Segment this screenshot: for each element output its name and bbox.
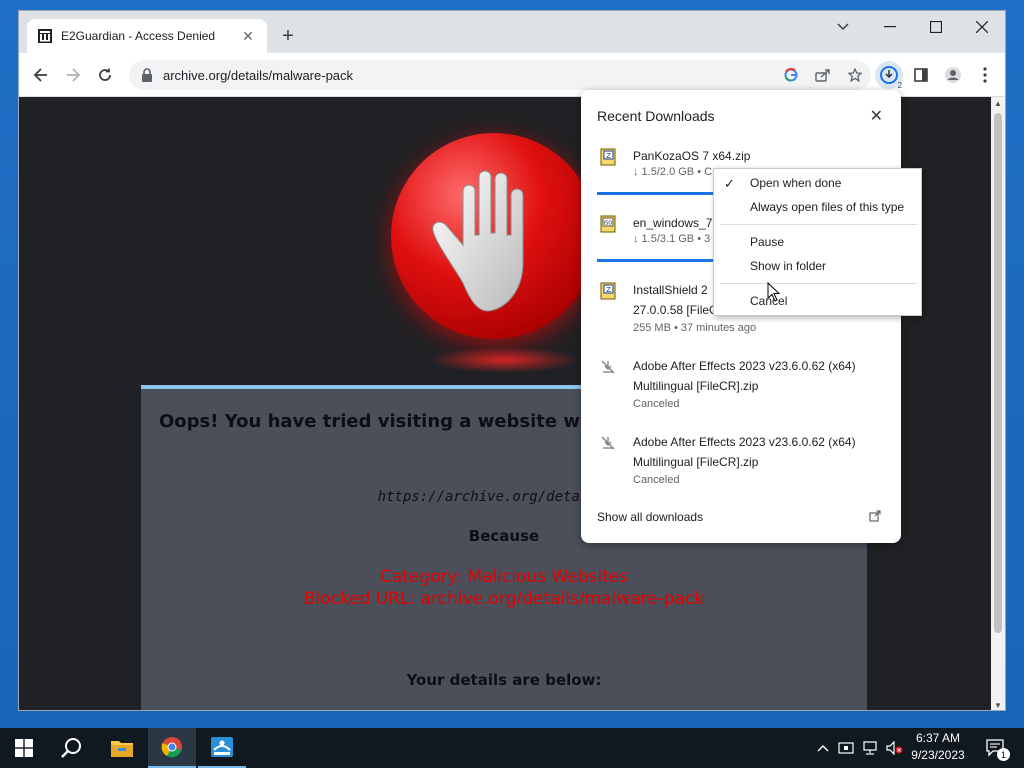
close-window-button[interactable]: [959, 11, 1005, 43]
url-text: archive.org/details/malware-pack: [163, 67, 354, 83]
archive-favicon-icon: [38, 29, 52, 43]
search-icon[interactable]: [48, 728, 96, 768]
iso-file-icon: ISO: [600, 215, 616, 233]
back-button[interactable]: [29, 63, 53, 87]
minimize-button[interactable]: [867, 11, 913, 43]
google-translate-icon[interactable]: [775, 60, 807, 90]
mouse-cursor-icon: [767, 282, 781, 302]
tab-close-icon[interactable]: ✕: [239, 28, 257, 45]
downloads-button[interactable]: 2: [875, 61, 903, 90]
file-explorer-icon[interactable]: [98, 728, 146, 768]
new-tab-button[interactable]: +: [277, 25, 299, 47]
block-category: Category: Malicious Websites: [379, 567, 629, 587]
svg-text:ISO: ISO: [604, 221, 613, 227]
download-status: 255 MB • 37 minutes ago: [633, 322, 757, 334]
download-filename: InstallShield 2: [633, 283, 708, 297]
download-count-badge: 2: [897, 81, 902, 90]
chrome-menu-icon[interactable]: [971, 61, 999, 89]
details-heading: Your details are below:: [406, 671, 602, 689]
security-tray-icon[interactable]: [836, 728, 856, 768]
download-filename-line2: Multilingual [FileCR].zip: [633, 379, 759, 393]
profile-avatar-icon[interactable]: [939, 61, 967, 89]
download-filename-line2: 27.0.0.58 [FileC: [633, 303, 718, 317]
system-clock[interactable]: 6:37 AM 9/23/2023: [908, 730, 968, 764]
taskbar: 6:37 AM 9/23/2023 1: [0, 728, 1024, 768]
download-status: Canceled: [633, 398, 680, 410]
page-scrollbar[interactable]: ▲ ▼: [991, 97, 1005, 710]
canceled-download-icon: [601, 360, 615, 374]
canceled-download-icon: [601, 436, 615, 450]
side-panel-icon[interactable]: [907, 61, 935, 89]
blocked-url-line: Blocked URL: archive.org/details/malware…: [303, 589, 705, 609]
download-filename: en_windows_7: [633, 216, 713, 230]
download-filename: Adobe After Effects 2023 v23.6.0.62 (x64…: [633, 359, 856, 373]
download-filename-line2: Multilingual [FileCR].zip: [633, 455, 759, 469]
maximize-button[interactable]: [913, 11, 959, 43]
svg-text:Z: Z: [606, 152, 611, 160]
download-filename: Adobe After Effects 2023 v23.6.0.62 (x64…: [633, 435, 856, 449]
tab-search-icon[interactable]: [831, 17, 855, 37]
stop-hand-icon: [391, 133, 597, 339]
menu-item-pause[interactable]: Pause: [750, 235, 784, 249]
forward-button[interactable]: [61, 63, 85, 87]
download-status: Canceled: [633, 474, 680, 486]
block-headline: Oops! You have tried visiting a website …: [159, 411, 654, 432]
menu-item-show-in-folder[interactable]: Show in folder: [750, 259, 826, 273]
scroll-thumb[interactable]: [994, 113, 1002, 633]
stop-sign-glow: [429, 347, 579, 373]
window-controls: [867, 11, 1005, 43]
chrome-taskbar-icon[interactable]: [148, 728, 196, 768]
zip-file-icon: Z: [600, 282, 616, 300]
show-all-downloads-link[interactable]: Show all downloads: [597, 510, 703, 524]
clock-time: 6:37 AM: [915, 731, 961, 745]
downloads-close-icon[interactable]: ✕: [870, 106, 883, 126]
zip-file-icon: Z: [600, 148, 616, 166]
download-status: ↓ 1.5/3.1 GB • 3: [633, 233, 711, 245]
menu-separator: [720, 224, 917, 225]
tab-e2guardian[interactable]: E2Guardian - Access Denied ✕: [27, 19, 267, 53]
show-hidden-icons-chevron-icon[interactable]: [814, 728, 832, 768]
menu-item-always-open[interactable]: Always open files of this type: [750, 200, 904, 214]
address-bar[interactable]: archive.org/details/malware-pack: [129, 60, 871, 90]
scroll-down-arrow-icon[interactable]: ▼: [993, 701, 1003, 710]
tab-strip: E2Guardian - Access Denied ✕ +: [19, 11, 1005, 53]
checkmark-icon: ✓: [724, 176, 735, 191]
menu-item-open-when-done[interactable]: Open when done: [750, 176, 841, 190]
downloads-bubble: Recent Downloads ✕ Z PanKozaOS 7 x64.zip…: [581, 90, 901, 543]
download-context-menu: ✓ Open when done Always open files of th…: [713, 168, 922, 316]
reload-button[interactable]: [93, 63, 117, 87]
start-button[interactable]: [0, 728, 48, 768]
bookmark-star-icon[interactable]: [839, 60, 871, 90]
menu-separator: [720, 283, 917, 284]
download-filename: PanKozaOS 7 x64.zip: [633, 149, 751, 163]
download-status: ↓ 1.5/2.0 GB • C: [633, 166, 713, 178]
app-taskbar-icon[interactable]: [198, 728, 246, 768]
downloads-title: Recent Downloads: [597, 108, 715, 124]
clock-date: 9/23/2023: [911, 748, 965, 762]
lock-icon[interactable]: [141, 68, 153, 82]
tab-title: E2Guardian - Access Denied: [61, 29, 216, 43]
network-tray-icon[interactable]: [860, 728, 880, 768]
volume-muted-icon[interactable]: [884, 728, 906, 768]
share-icon[interactable]: [807, 60, 839, 90]
open-external-icon[interactable]: [869, 510, 881, 525]
notification-count-badge: 1: [997, 748, 1010, 761]
scroll-up-arrow-icon[interactable]: ▲: [993, 99, 1003, 108]
svg-text:Z: Z: [606, 286, 611, 294]
action-center-icon[interactable]: 1: [976, 728, 1016, 768]
